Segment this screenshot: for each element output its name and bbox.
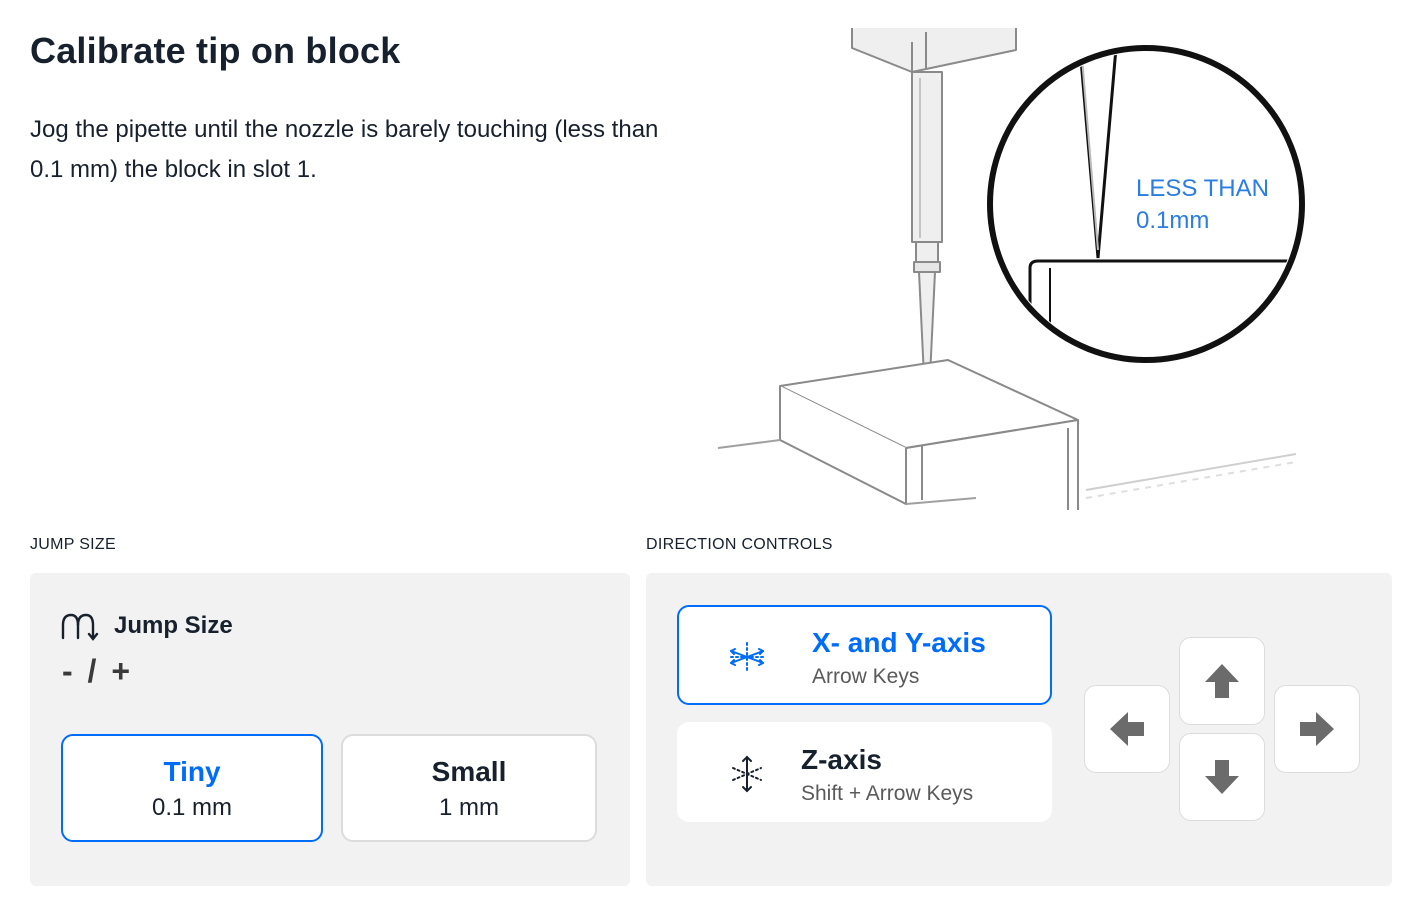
direction-controls-section-label: DIRECTION CONTROLS — [646, 536, 833, 553]
jump-size-icon — [61, 613, 99, 641]
axis-keys: Arrow Keys — [812, 665, 920, 688]
arrow-left-icon — [1110, 712, 1144, 746]
jump-option-name: Small — [431, 756, 507, 787]
jump-option-name: Tiny — [163, 756, 221, 787]
move-left-button[interactable] — [1084, 685, 1170, 773]
move-up-button[interactable] — [1179, 637, 1265, 725]
callout-label-line1: LESS THAN — [1136, 175, 1269, 202]
pipette-calibration-illustration: LESS THAN 0.1mm — [717, 28, 1305, 510]
jump-size-section-label: JUMP SIZE — [30, 536, 116, 553]
xy-axis-icon — [730, 642, 764, 672]
axis-keys: Shift + Arrow Keys — [801, 782, 974, 805]
instruction-text: Jog the pipette until the nozzle is bare… — [30, 116, 659, 183]
jump-size-heading: Jump Size — [60, 611, 233, 641]
move-right-button[interactable] — [1274, 685, 1360, 773]
direction-controls-panel: X- and Y-axis Arrow Keys Z-axis Shift + … — [646, 573, 1392, 886]
jump-option-value: 1 mm — [439, 794, 499, 821]
xy-axis-button[interactable]: X- and Y-axis Arrow Keys — [677, 605, 1052, 705]
jump-size-title: Jump Size — [114, 612, 233, 639]
arrow-down-icon — [1205, 760, 1239, 794]
jump-option-value: 0.1 mm — [151, 794, 232, 821]
arrow-up-icon — [1205, 664, 1239, 698]
axis-name: X- and Y-axis — [812, 627, 986, 658]
callout-label-line2: 0.1mm — [1136, 207, 1209, 234]
z-axis-icon — [732, 755, 762, 793]
axis-name: Z-axis — [801, 744, 882, 775]
z-axis-button[interactable]: Z-axis Shift + Arrow Keys — [677, 722, 1052, 822]
jump-size-panel: Jump Size - / + Tiny 0.1 mm Small 1 mm — [30, 573, 630, 886]
move-down-button[interactable] — [1179, 733, 1265, 821]
jump-size-tiny-button[interactable]: Tiny 0.1 mm — [61, 734, 323, 842]
arrow-right-icon — [1300, 712, 1334, 746]
page-title: Calibrate tip on block — [30, 30, 401, 71]
jump-size-small-button[interactable]: Small 1 mm — [341, 734, 597, 842]
jump-size-shortcut: - / + — [62, 653, 134, 689]
